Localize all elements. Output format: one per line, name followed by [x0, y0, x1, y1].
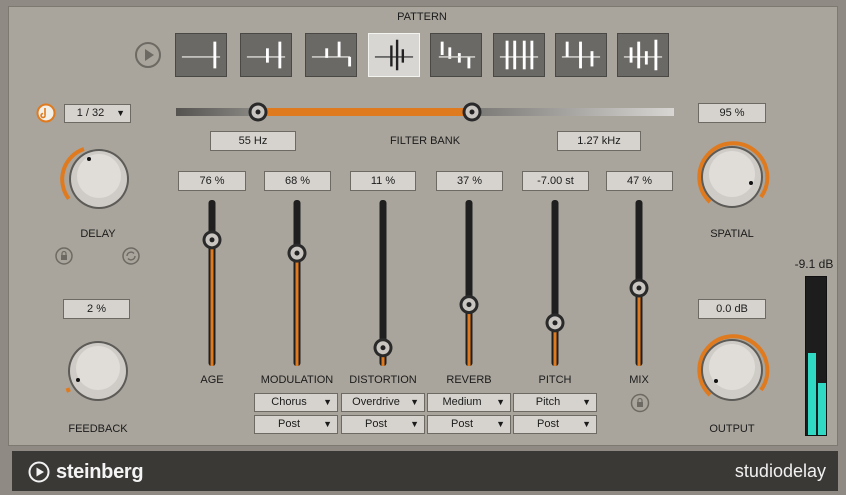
delay-sync-dropdown[interactable]: 1 / 32 ▼	[64, 104, 131, 123]
delay-sync-value: 1 / 32	[76, 107, 105, 119]
pitch-type-value: Pitch	[535, 396, 561, 408]
spatial-label: SPATIAL	[710, 228, 754, 240]
reverb-mode-dropdown[interactable]: Post ▼	[427, 415, 511, 434]
pattern-button-4[interactable]	[368, 33, 420, 77]
reverb-value-field[interactable]: 37 %	[436, 171, 503, 191]
modulation-type-value: Chorus	[271, 396, 307, 408]
chevron-down-icon: ▼	[323, 397, 332, 407]
modulation-label: MODULATION	[260, 374, 334, 386]
chevron-down-icon: ▼	[496, 397, 505, 407]
pattern-button-8[interactable]	[617, 33, 669, 77]
filter-low-field[interactable]: 55 Hz	[210, 131, 296, 151]
sync-icon[interactable]	[122, 247, 140, 265]
brand-name: steinberg	[56, 460, 144, 483]
steinberg-logo: steinberg	[28, 460, 144, 484]
distortion-mode-dropdown[interactable]: Post ▼	[341, 415, 425, 434]
pitch-value-field[interactable]: -7.00 st	[522, 171, 589, 191]
reverb-slider[interactable]	[459, 192, 479, 372]
tempo-sync-icon[interactable]	[36, 103, 56, 123]
pattern-2-icon	[246, 41, 286, 69]
distortion-mode-value: Post	[364, 418, 387, 430]
filter-bank-label: FILTER BANK	[389, 135, 461, 147]
pattern-3-icon	[311, 41, 352, 67]
mix-value-field[interactable]: 47 %	[606, 171, 673, 191]
chevron-down-icon: ▼	[410, 419, 419, 429]
reverb-mode-value: Post	[450, 418, 473, 430]
pattern-button-2[interactable]	[240, 33, 292, 77]
feedback-knob[interactable]	[56, 330, 138, 412]
distortion-label: DISTORTION	[349, 374, 417, 386]
filter-bank-range-slider[interactable]	[176, 102, 674, 122]
pattern-6-icon	[499, 40, 539, 70]
chevron-down-icon: ▼	[582, 419, 591, 429]
spatial-knob[interactable]	[688, 133, 778, 223]
meter-right-bar	[818, 383, 826, 435]
output-level-meter	[805, 276, 827, 436]
pattern-button-7[interactable]	[555, 33, 607, 77]
modulation-mode-dropdown[interactable]: Post ▼	[254, 415, 338, 434]
pattern-8-icon	[623, 39, 663, 71]
pattern-7-icon	[561, 41, 601, 69]
mix-lock-icon[interactable]	[630, 393, 650, 413]
modulation-slider[interactable]	[287, 192, 307, 372]
pattern-button-5[interactable]	[430, 33, 482, 77]
chevron-down-icon: ▼	[496, 419, 505, 429]
output-label: OUTPUT	[709, 423, 755, 435]
distortion-value-field[interactable]: 11 %	[350, 171, 416, 191]
spatial-value-field[interactable]: 95 %	[698, 103, 766, 123]
mix-label: MIX	[629, 374, 649, 386]
chevron-down-icon: ▼	[582, 397, 591, 407]
pattern-4-icon	[374, 39, 414, 71]
pattern-title: PATTERN	[397, 11, 447, 23]
meter-value: -9.1 dB	[794, 257, 834, 271]
chevron-down-icon: ▼	[116, 108, 125, 118]
footer-bar: steinberg studiodelay	[12, 451, 838, 491]
distortion-type-dropdown[interactable]: Overdrive ▼	[341, 393, 425, 412]
delay-label: DELAY	[80, 228, 116, 240]
plugin-window: PATTERN 1 / 32 ▼ DELAY 2 % FEEDBACK 55 H…	[0, 0, 846, 495]
chevron-down-icon: ▼	[410, 397, 419, 407]
reverb-label: REVERB	[446, 374, 492, 386]
steinberg-logo-icon	[28, 461, 50, 483]
product-name: studiodelay	[734, 461, 826, 481]
pattern-1-icon	[181, 41, 221, 69]
pitch-type-dropdown[interactable]: Pitch ▼	[513, 393, 597, 412]
age-value-field[interactable]: 76 %	[178, 171, 246, 191]
output-knob[interactable]	[688, 326, 778, 416]
pitch-mode-value: Post	[536, 418, 559, 430]
pattern-button-6[interactable]	[493, 33, 545, 77]
pitch-slider[interactable]	[545, 192, 565, 372]
output-value-field[interactable]: 0.0 dB	[698, 299, 766, 319]
pattern-5-icon	[438, 41, 476, 69]
modulation-mode-value: Post	[277, 418, 300, 430]
feedback-label: FEEDBACK	[68, 423, 128, 435]
filter-high-field[interactable]: 1.27 kHz	[557, 131, 641, 151]
chevron-down-icon: ▼	[323, 419, 332, 429]
play-button[interactable]	[134, 41, 162, 69]
distortion-type-value: Overdrive	[352, 396, 400, 408]
distortion-slider[interactable]	[373, 192, 393, 372]
mix-slider[interactable]	[629, 192, 649, 372]
pattern-button-1[interactable]	[175, 33, 227, 77]
play-icon	[135, 42, 161, 68]
modulation-value-field[interactable]: 68 %	[264, 171, 331, 191]
feedback-value-field[interactable]: 2 %	[63, 299, 130, 319]
meter-left-bar	[808, 353, 816, 435]
age-slider[interactable]	[202, 192, 222, 372]
pitch-mode-dropdown[interactable]: Post ▼	[513, 415, 597, 434]
modulation-type-dropdown[interactable]: Chorus ▼	[254, 393, 338, 412]
reverb-type-dropdown[interactable]: Medium ▼	[427, 393, 511, 412]
reverb-type-value: Medium	[442, 396, 482, 408]
lock-icon[interactable]	[55, 247, 73, 265]
pattern-button-3[interactable]	[305, 33, 357, 77]
delay-knob[interactable]	[54, 138, 136, 220]
